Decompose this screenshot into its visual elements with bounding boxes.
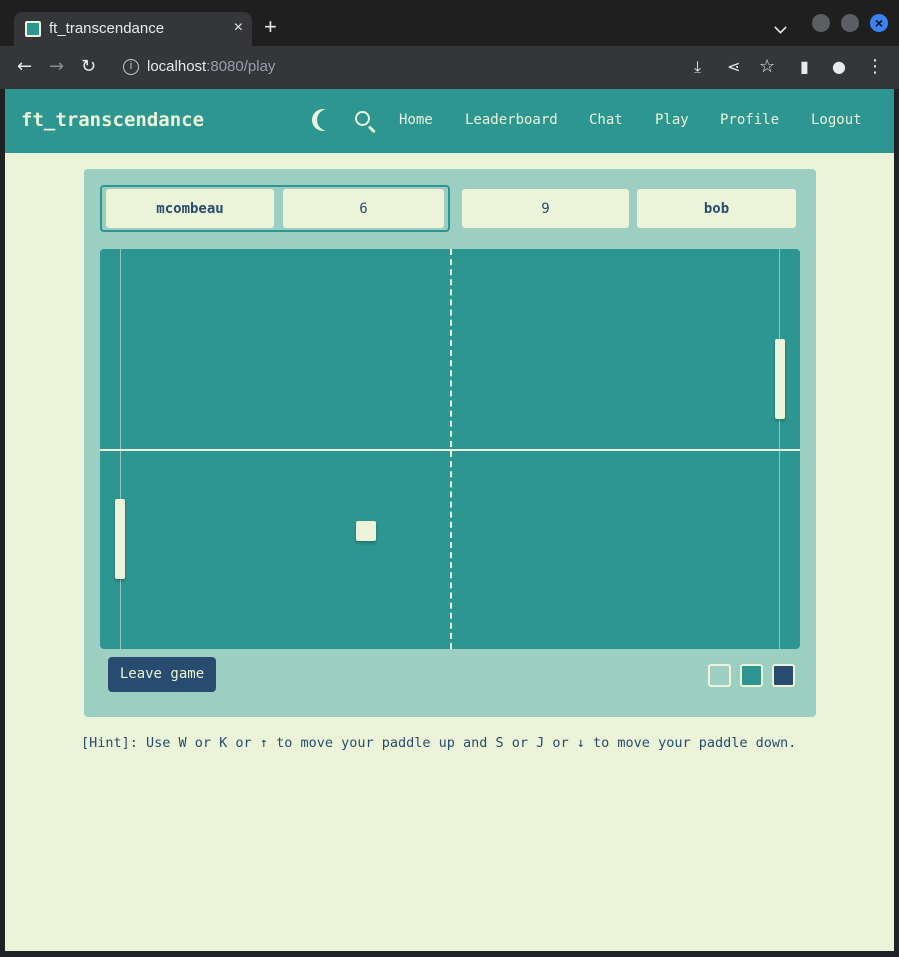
back-icon[interactable]: ← — [17, 56, 32, 78]
player-right-score: 9 — [462, 189, 629, 228]
url-path: :8080/play — [206, 58, 276, 75]
favicon-icon — [25, 21, 41, 37]
nav-link-logout[interactable]: Logout — [811, 112, 862, 128]
browser-toolbar: ← → ↻ i localhost:8080/play ⤓ ⋖ ☆ ▮ ● ⋮ — [0, 46, 899, 89]
player-right-name: bob — [637, 189, 796, 228]
new-tab-icon[interactable]: + — [264, 16, 277, 38]
url-text: localhost:8080/play — [147, 58, 275, 75]
ball — [356, 521, 377, 541]
address-bar[interactable]: i localhost:8080/play — [111, 52, 791, 83]
page-viewport: ft_transcendance Home Leaderboard Chat P… — [5, 89, 894, 951]
moon-icon[interactable] — [317, 109, 339, 131]
info-icon[interactable]: i — [123, 59, 139, 75]
theme-swatch-light[interactable] — [708, 664, 731, 687]
install-icon[interactable]: ⤓ — [694, 56, 701, 78]
nav-link-chat[interactable]: Chat — [589, 112, 623, 128]
site-navbar: ft_transcendance Home Leaderboard Chat P… — [5, 89, 894, 153]
browser-tab-bar: ft_transcendance × + × — [0, 0, 899, 46]
right-paddle — [775, 339, 785, 419]
reload-icon[interactable]: ↻ — [81, 56, 96, 78]
game-court[interactable] — [100, 249, 800, 649]
nav-link-leaderboard[interactable]: Leaderboard — [465, 112, 558, 128]
chevron-down-icon[interactable] — [774, 21, 787, 34]
game-card: mcombeau 6 9 bob Leave game — [84, 169, 816, 717]
tab-title: ft_transcendance — [49, 20, 165, 37]
close-tab-icon[interactable]: × — [234, 19, 243, 37]
close-window-icon[interactable]: × — [870, 14, 888, 32]
menu-icon[interactable]: ⋮ — [866, 56, 884, 78]
sidebar-icon[interactable]: ▮ — [800, 56, 809, 78]
controls-hint: [Hint]: Use W or K or ↑ to move your pad… — [81, 735, 797, 751]
player-left-score: 6 — [283, 189, 444, 228]
forward-icon[interactable]: → — [49, 56, 64, 78]
star-icon[interactable]: ☆ — [759, 56, 775, 78]
left-paddle — [115, 499, 125, 579]
player-left-name: mcombeau — [106, 189, 274, 228]
browser-tab[interactable]: ft_transcendance × — [14, 12, 252, 46]
maximize-icon[interactable] — [841, 14, 859, 32]
profile-icon[interactable]: ● — [832, 56, 846, 78]
nav-link-profile[interactable]: Profile — [720, 112, 779, 128]
nav-link-home[interactable]: Home — [399, 112, 433, 128]
theme-swatch-teal[interactable] — [740, 664, 763, 687]
url-host: localhost — [147, 58, 207, 75]
theme-swatch-dark[interactable] — [772, 664, 795, 687]
minimize-icon[interactable] — [812, 14, 830, 32]
leave-game-button[interactable]: Leave game — [108, 657, 216, 692]
search-icon[interactable] — [355, 111, 370, 126]
nav-link-play[interactable]: Play — [655, 112, 689, 128]
site-brand[interactable]: ft_transcendance — [21, 109, 204, 131]
share-icon[interactable]: ⋖ — [727, 56, 740, 78]
center-line-horizontal — [100, 449, 800, 451]
